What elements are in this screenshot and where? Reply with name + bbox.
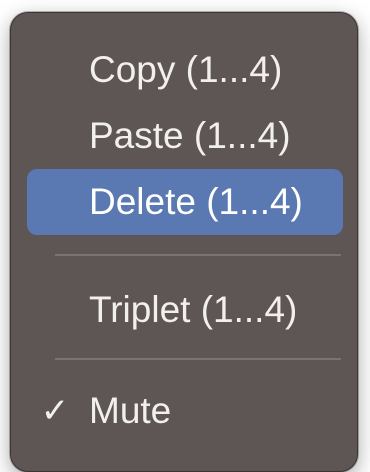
menu-item-label: Delete (1...4) [89, 181, 303, 222]
menu-separator [55, 254, 341, 256]
menu-separator [55, 358, 341, 360]
menu-item-paste[interactable]: Paste (1...4) [27, 103, 343, 169]
menu-item-mute[interactable]: ✓ Mute [27, 378, 343, 444]
menu-item-copy[interactable]: Copy (1...4) [27, 37, 343, 103]
menu-item-delete[interactable]: Delete (1...4) [27, 169, 343, 235]
context-menu: Copy (1...4) Paste (1...4) Delete (1...4… [10, 12, 358, 472]
menu-item-label: Mute [89, 390, 172, 431]
checkmark-icon: ✓ [40, 392, 70, 430]
menu-item-label: Triplet (1...4) [89, 289, 298, 330]
menu-item-label: Paste (1...4) [89, 115, 291, 156]
menu-item-triplet[interactable]: Triplet (1...4) [27, 277, 343, 343]
menu-item-label: Copy (1...4) [89, 49, 283, 90]
